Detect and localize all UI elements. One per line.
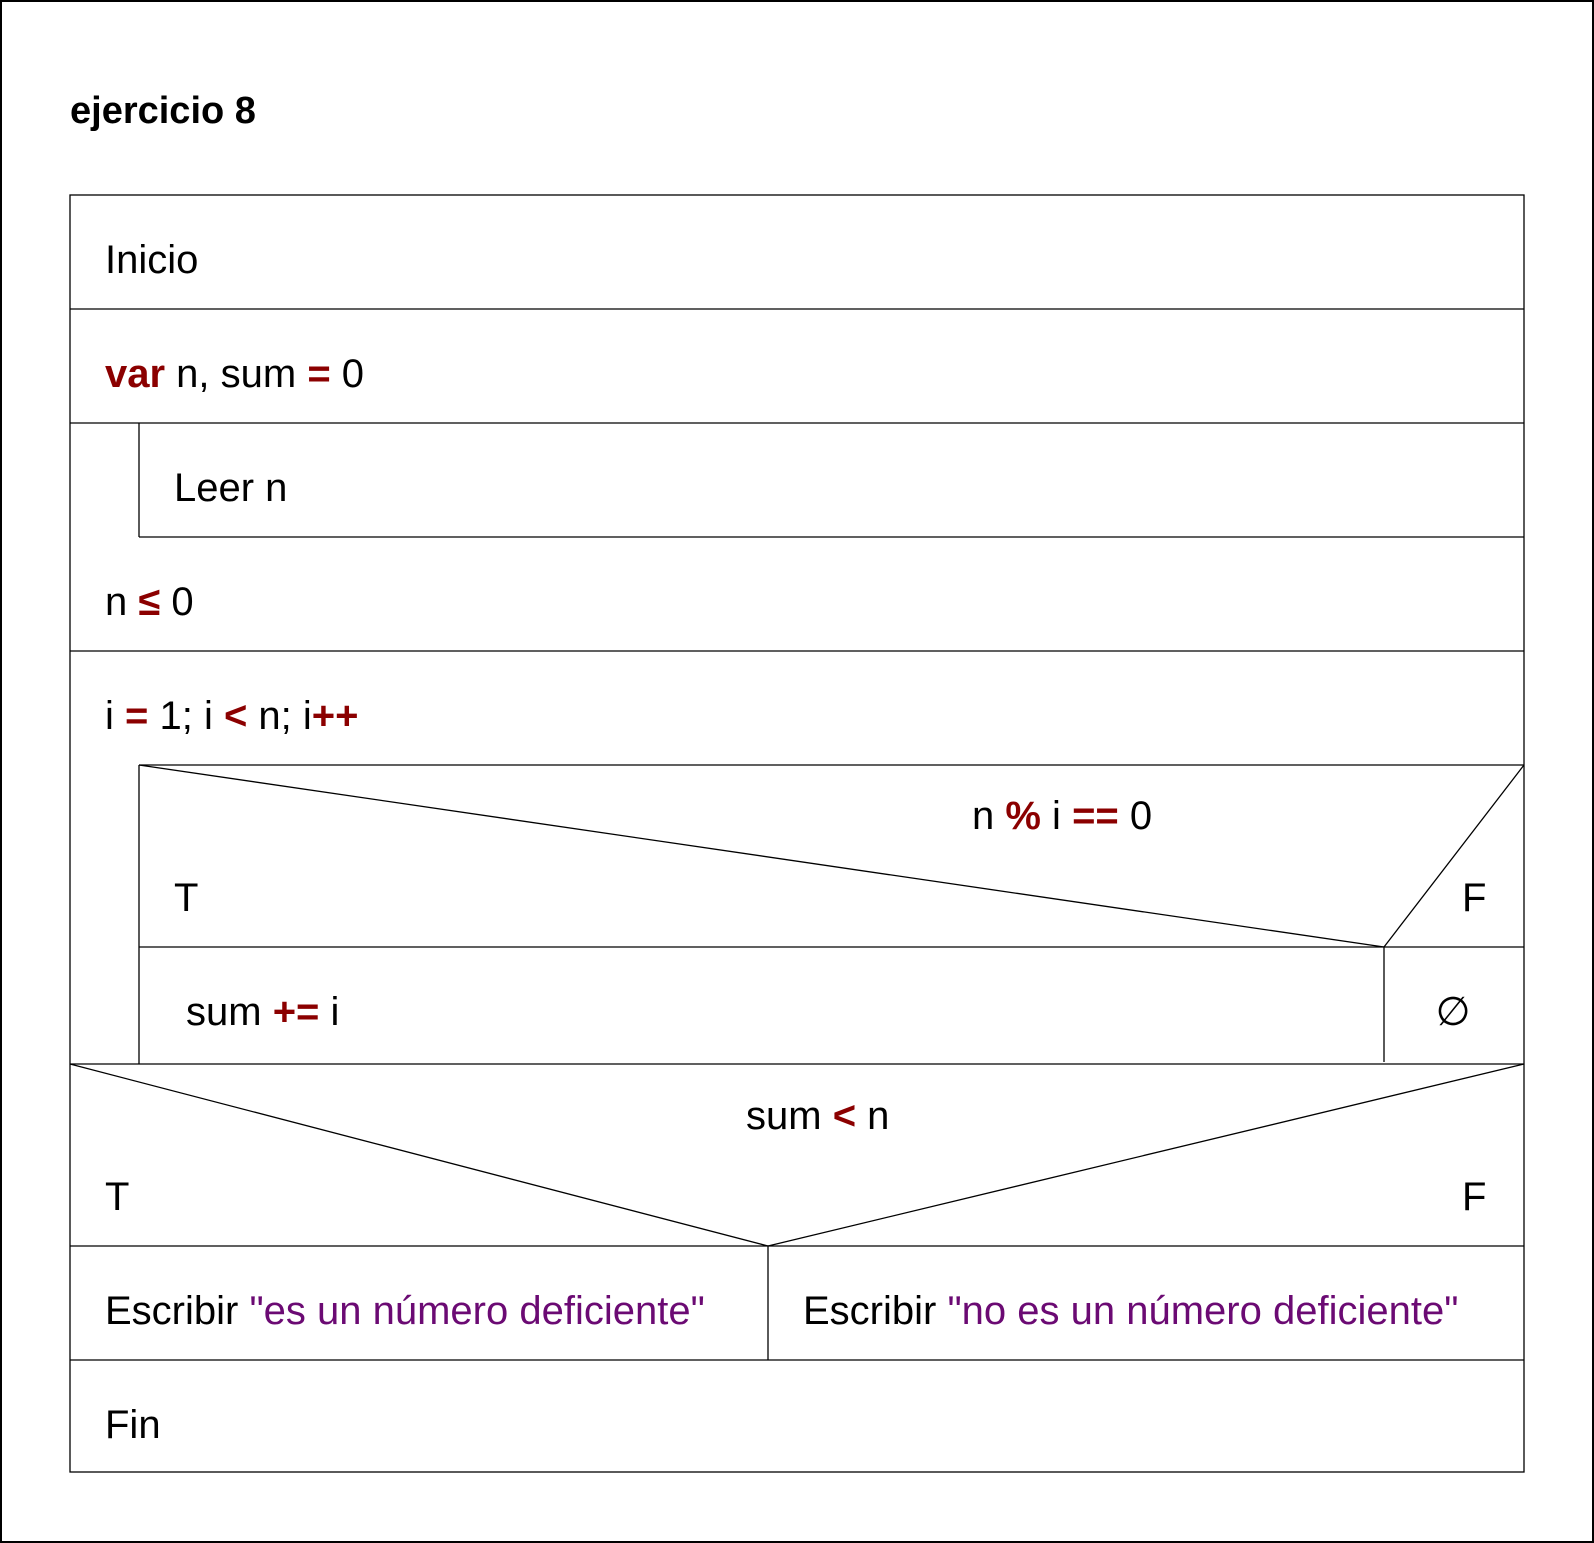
diagram-title: ejercicio 8 [70, 90, 256, 132]
inner-if-diagonal-right [1383, 764, 1525, 948]
inner-if-false-label: F [1462, 876, 1486, 920]
declare-value: 0 [331, 352, 364, 396]
for-p2: 1; i [148, 694, 224, 738]
mod-operator: % [1005, 794, 1041, 838]
deficient-string: "es un número deficiente" [249, 1289, 704, 1333]
sum-increment: i [319, 990, 339, 1034]
keyword-var: var [105, 352, 165, 396]
inner-if-true-action: sum += i [186, 990, 339, 1034]
not-deficient-string: "no es un número deficiente" [947, 1289, 1458, 1333]
for-p1: i [105, 694, 125, 738]
outer-if-false-action: Escribir "no es un número deficiente" [803, 1289, 1458, 1333]
outer-if-true-label: T [105, 1175, 129, 1219]
outer-if-condition: sum < n [746, 1094, 889, 1138]
outer-cond-a: sum [746, 1094, 833, 1138]
lt-operator: < [833, 1094, 856, 1138]
outer-if-diagonal-left [69, 1063, 769, 1247]
inner-if-diagonal-left [138, 764, 1385, 948]
declare-block: var n, sum = 0 [105, 352, 364, 396]
sum-var: sum [186, 990, 273, 1034]
start-block: Inicio [105, 238, 198, 282]
outer-if-diagonal-right [767, 1063, 1525, 1247]
inner-cond-b: i [1041, 794, 1072, 838]
assign-operator: = [307, 352, 330, 396]
add-assign-operator: += [273, 990, 320, 1034]
outer-if-false-label: F [1462, 1175, 1486, 1219]
inner-if-true-label: T [174, 876, 198, 920]
write-cmd-false: Escribir [803, 1289, 947, 1333]
for-header: i = 1; i < n; i++ [105, 694, 359, 738]
write-cmd-true: Escribir [105, 1289, 249, 1333]
leq-operator: ≤ [138, 580, 160, 624]
for-op3: ++ [312, 694, 359, 738]
outer-cond-b: n [856, 1094, 889, 1138]
for-op2: < [224, 694, 247, 738]
empty-set-icon: ∅ [1436, 990, 1471, 1034]
eq-operator: == [1072, 794, 1119, 838]
for-p3: n; i [247, 694, 311, 738]
loop-cond-a: n [105, 580, 138, 624]
outer-if-true-action: Escribir "es un número deficiente" [105, 1289, 705, 1333]
for-op1: = [125, 694, 148, 738]
loop-condition: n ≤ 0 [105, 580, 194, 624]
loop-cond-b: 0 [160, 580, 193, 624]
inner-cond-c: 0 [1119, 794, 1152, 838]
end-block: Fin [105, 1403, 161, 1447]
read-block: Leer n [174, 466, 287, 510]
nassi-shneiderman-diagram: ejercicio 8 Inicio var n, sum = 0 Leer n… [0, 0, 1594, 1543]
declare-vars: n, sum [165, 352, 307, 396]
inner-if-condition: n % i == 0 [972, 794, 1152, 838]
inner-cond-a: n [972, 794, 1005, 838]
